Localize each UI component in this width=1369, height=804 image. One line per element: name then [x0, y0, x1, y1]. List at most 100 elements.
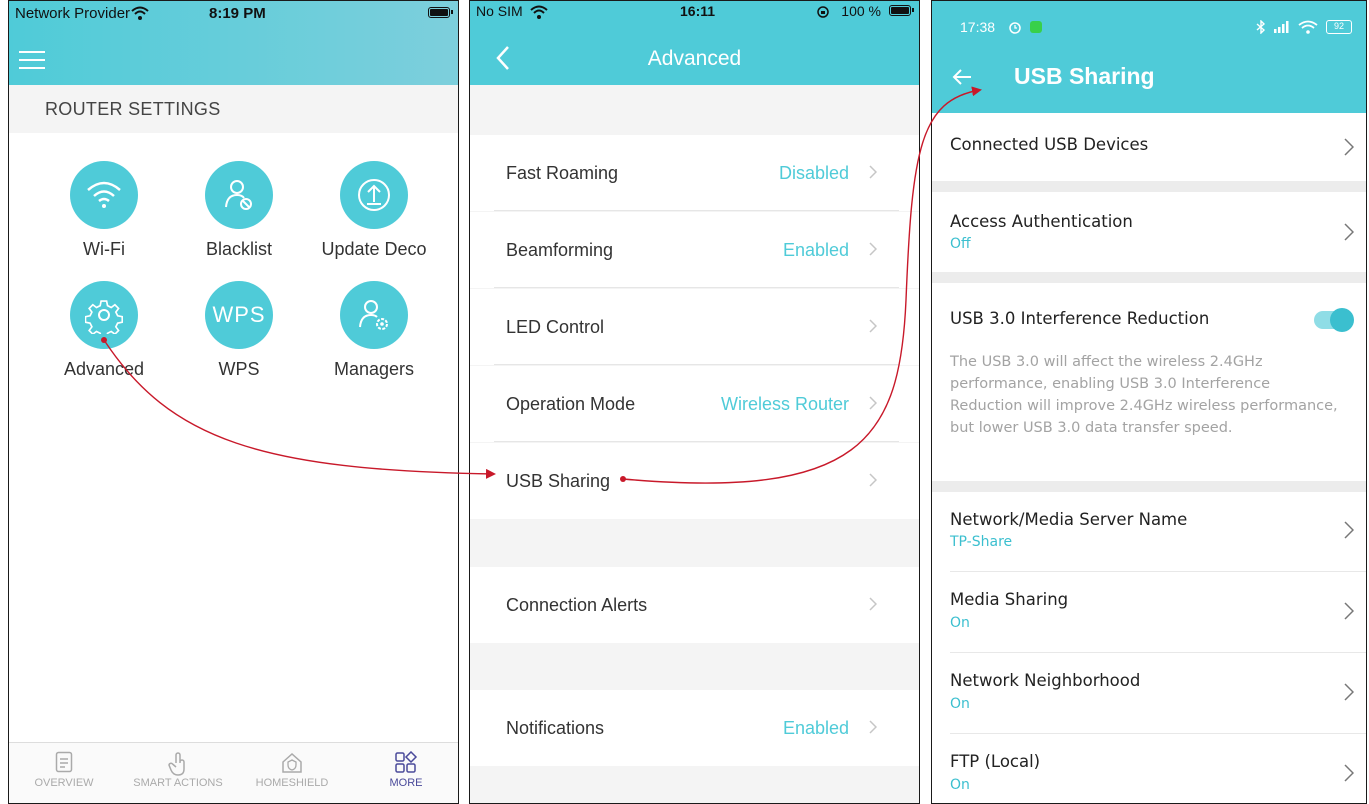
battery-icon: [428, 7, 453, 18]
chevron-right-icon: [869, 473, 877, 487]
chevron-right-icon: [1344, 138, 1354, 156]
upload-icon: [340, 161, 408, 229]
tab-homeshield[interactable]: HOMESHIELD: [237, 751, 347, 789]
section-title: ROUTER SETTINGS: [9, 85, 458, 133]
row-notifications[interactable]: Notifications Enabled: [470, 690, 919, 766]
tab-label: OVERVIEW: [34, 777, 94, 789]
cell-signal-icon: [1274, 21, 1289, 33]
app-header: 17:38 92 USB Sharing: [932, 1, 1366, 113]
user-block-icon: [205, 161, 273, 229]
row-media-server-name[interactable]: Network/Media Server Name TP-Share: [932, 492, 1366, 572]
row-value: Disabled: [778, 163, 849, 183]
section-divider: [932, 481, 1366, 492]
chevron-right-icon: [1344, 683, 1354, 701]
carrier-label: No SIM: [476, 3, 523, 19]
settings-list: Fast Roaming Disabled Beamforming Enable…: [470, 85, 919, 803]
chevron-right-icon: [869, 720, 877, 734]
hamburger-menu-icon[interactable]: [19, 51, 45, 69]
chevron-right-icon: [869, 319, 877, 333]
row-fast-roaming[interactable]: Fast Roaming Disabled: [470, 135, 919, 211]
grid-label: WPS: [218, 359, 260, 379]
app-notification-icon: [1030, 21, 1042, 33]
row-label: Network Neighborhood: [950, 671, 1141, 690]
rotation-lock-icon: [817, 6, 829, 18]
gear-icon: [70, 281, 138, 349]
status-time: 8:19 PM: [209, 5, 266, 22]
row-operation-mode[interactable]: Operation Mode Wireless Router: [470, 366, 919, 442]
row-ftp-local[interactable]: FTP (Local) On: [932, 734, 1366, 803]
usb-interference-section: USB 3.0 Interference Reduction The USB 3…: [932, 283, 1366, 481]
tab-smart-actions[interactable]: SMART ACTIONS: [123, 751, 233, 789]
row-led-control[interactable]: LED Control: [470, 289, 919, 365]
bluetooth-icon: [1256, 20, 1266, 34]
bottom-tab-bar: OVERVIEW SMART ACTIONS HOMESHIELD MORE: [9, 742, 458, 803]
chevron-right-icon: [869, 597, 877, 611]
tab-label: HOMESHIELD: [255, 777, 329, 789]
wifi-settings-button[interactable]: Wi-Fi: [44, 161, 164, 260]
interference-reduction-toggle[interactable]: [1314, 308, 1354, 332]
update-deco-button[interactable]: Update Deco: [314, 161, 434, 260]
document-icon: [9, 751, 119, 777]
user-gear-icon: [340, 281, 408, 349]
chevron-right-icon: [869, 165, 877, 179]
row-usb-sharing[interactable]: USB Sharing: [470, 443, 919, 519]
carrier-label: Network Provider: [15, 5, 131, 22]
row-connected-usb-devices[interactable]: Connected USB Devices: [932, 113, 1366, 181]
phone-screen-usb-sharing: 17:38 92 USB Sharing Connected USB Devic…: [931, 0, 1367, 804]
row-network-neighborhood[interactable]: Network Neighborhood On: [932, 653, 1366, 733]
alarm-icon: [1009, 22, 1021, 34]
app-header: No SIM 16:11 100 % Advanced: [470, 1, 919, 85]
grid-label: Managers: [333, 359, 415, 379]
row-access-authentication[interactable]: Access Authentication Off: [932, 192, 1366, 272]
status-bar: No SIM 16:11 100 %: [470, 1, 919, 25]
blacklist-button[interactable]: Blacklist: [179, 161, 299, 260]
advanced-button[interactable]: Advanced: [44, 281, 164, 380]
managers-button[interactable]: Managers: [314, 281, 434, 380]
chevron-right-icon: [869, 396, 877, 410]
page-title: Advanced: [647, 47, 742, 70]
chevron-right-icon: [1344, 223, 1354, 241]
battery-level: 92: [1333, 21, 1344, 31]
status-time: 16:11: [680, 3, 716, 19]
row-label: Notifications: [506, 718, 605, 738]
grid-label: Blacklist: [205, 239, 272, 259]
row-media-sharing[interactable]: Media Sharing On: [932, 572, 1366, 652]
home-shield-icon: [237, 751, 347, 777]
row-label: Network/Media Server Name: [950, 510, 1188, 529]
tab-more[interactable]: MORE: [351, 751, 458, 789]
section-divider: [932, 272, 1366, 283]
wifi-signal-icon: [1298, 20, 1318, 34]
page-title: USB Sharing: [1014, 63, 1155, 89]
row-label: FTP (Local): [950, 752, 1041, 771]
interference-description: The USB 3.0 will affect the wireless 2.4…: [950, 354, 1338, 436]
row-label: Connected USB Devices: [950, 135, 1149, 154]
status-time: 17:38: [960, 19, 996, 35]
battery-percent: 100 %: [841, 3, 881, 19]
wps-button[interactable]: WPS WPS: [179, 281, 299, 380]
back-arrow-icon[interactable]: [950, 65, 974, 89]
grid-label: Advanced: [63, 359, 145, 379]
tab-overview[interactable]: OVERVIEW: [9, 751, 119, 789]
tab-label: MORE: [389, 777, 423, 789]
status-bar: 17:38 92: [932, 1, 1366, 41]
row-connection-alerts[interactable]: Connection Alerts: [470, 567, 919, 643]
wps-icon: WPS: [205, 281, 273, 349]
row-value: Off: [950, 236, 971, 252]
row-beamforming[interactable]: Beamforming Enabled: [470, 212, 919, 288]
tap-icon: [123, 751, 233, 777]
row-label: Beamforming: [506, 240, 614, 260]
grid-more-icon: [351, 751, 458, 777]
row-value: Enabled: [782, 718, 849, 738]
tab-label: SMART ACTIONS: [133, 777, 223, 789]
chevron-right-icon: [1344, 602, 1354, 620]
app-header: Network Provider 8:19 PM: [9, 1, 458, 85]
row-label: Access Authentication: [950, 212, 1133, 231]
row-label: Connection Alerts: [506, 595, 648, 615]
chevron-right-icon: [869, 242, 877, 256]
row-value: On: [950, 777, 970, 793]
wifi-signal-icon: [131, 6, 149, 20]
phone-screen-advanced: No SIM 16:11 100 % Advanced Fast Roaming…: [469, 0, 920, 804]
phone-screen-router-settings: Network Provider 8:19 PM ROUTER SETTINGS…: [8, 0, 459, 804]
row-label: USB Sharing: [506, 471, 611, 491]
row-label: Operation Mode: [506, 394, 636, 414]
